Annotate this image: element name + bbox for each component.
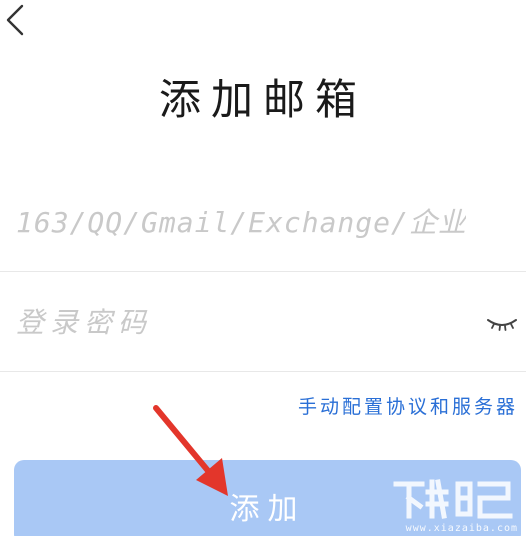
page-title: 添加邮箱 — [158, 75, 367, 124]
add-button-label: 添加 — [229, 492, 306, 527]
add-mailbox-screen: 添加邮箱 手动配置协议和服务器 添加 www.xiazaiba.com — [0, 0, 526, 536]
eye-closed-icon — [487, 319, 517, 331]
password-visibility-toggle[interactable] — [484, 314, 520, 334]
password-field-row — [0, 272, 526, 372]
password-input[interactable] — [16, 272, 456, 372]
manual-config-link[interactable]: 手动配置协议和服务器 — [298, 392, 518, 419]
chevron-left-icon — [6, 4, 24, 36]
back-button[interactable] — [2, 2, 32, 38]
email-input[interactable] — [16, 172, 466, 272]
email-field-row — [0, 172, 526, 272]
watermark-domain: www.xiazaiba.com — [405, 523, 518, 534]
